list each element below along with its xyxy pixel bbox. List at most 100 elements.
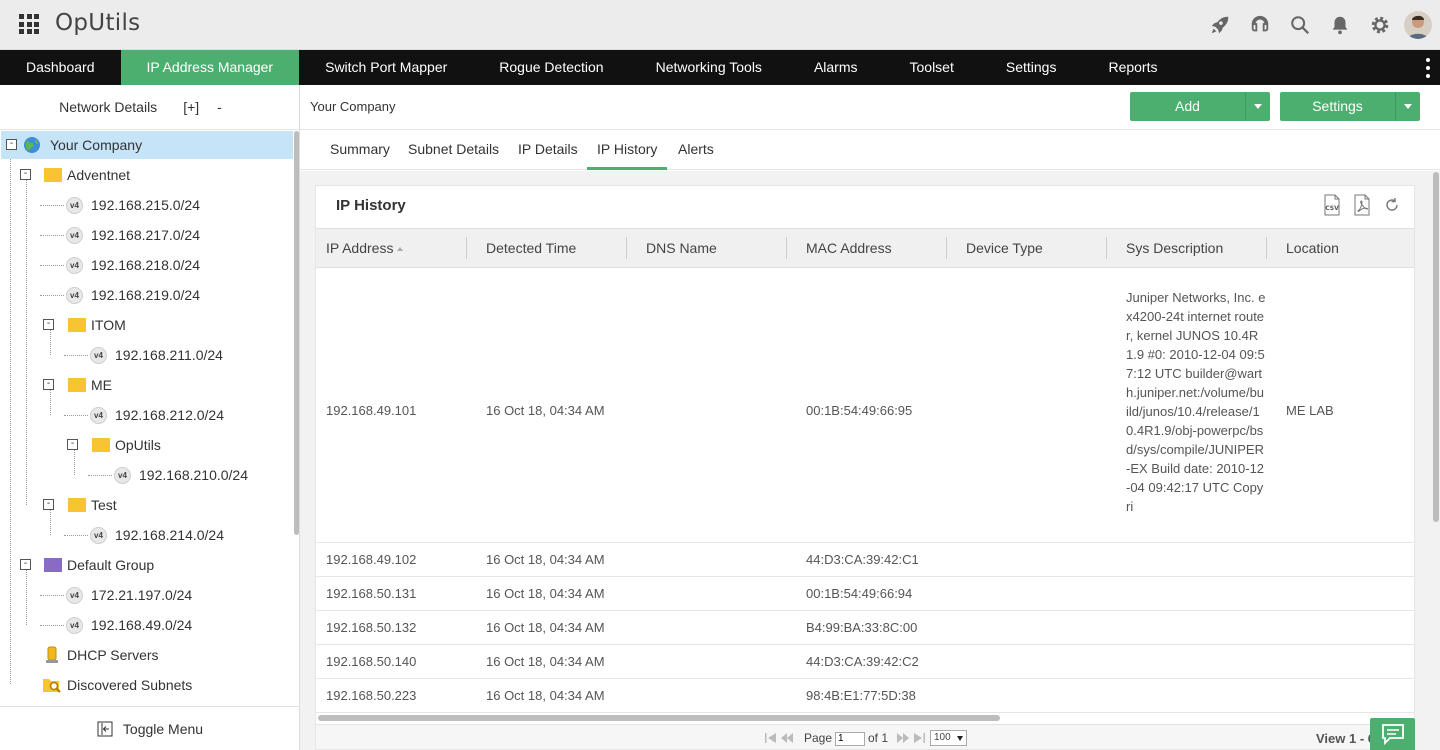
column-header-mac-address[interactable]: MAC Address (796, 229, 892, 267)
expand-all-button[interactable]: [+] (183, 99, 199, 115)
nav-switch-port-mapper[interactable]: Switch Port Mapper (299, 50, 473, 85)
cell-time: 16 Oct 18, 04:34 AM (486, 620, 605, 635)
table-row[interactable]: 192.168.50.223 16 Oct 18, 04:34 AM 98:4B… (316, 679, 1414, 713)
collapse-toggle[interactable]: - (6, 139, 17, 150)
collapse-toggle[interactable]: - (43, 319, 54, 330)
tree-node-subnet[interactable]: v4 192.168.211.0/24 (90, 341, 223, 369)
toggle-menu-button[interactable]: Toggle Menu (0, 706, 300, 750)
nav-alarms[interactable]: Alarms (788, 50, 884, 85)
collapse-toggle[interactable]: - (43, 379, 54, 390)
tab-summary[interactable]: Summary (320, 130, 400, 170)
folder-icon (44, 168, 62, 182)
nav-toolset[interactable]: Toolset (884, 50, 980, 85)
tree-node-subnet[interactable]: v4 192.168.217.0/24 (66, 221, 200, 249)
app-grid-icon[interactable] (19, 14, 39, 34)
settings-button[interactable]: Settings (1280, 92, 1395, 121)
headset-icon[interactable] (1240, 8, 1280, 42)
table-row[interactable]: 192.168.50.132 16 Oct 18, 04:34 AM B4:99… (316, 611, 1414, 645)
detail-tabs: Summary Subnet Details IP Details IP His… (300, 130, 1440, 170)
cell-mac: 00:1B:54:49:66:95 (806, 403, 913, 418)
sidebar-header: Network Details [+] - (0, 85, 299, 130)
tree-node-subnet[interactable]: v4 172.21.197.0/24 (66, 581, 192, 609)
tree-node-subnet[interactable]: v4 192.168.214.0/24 (90, 521, 224, 549)
prev-page-icon[interactable] (780, 732, 794, 744)
nav-reports[interactable]: Reports (1082, 50, 1183, 85)
tree-node-subnet[interactable]: v4 192.168.212.0/24 (90, 401, 224, 429)
column-header-detected-time[interactable]: Detected Time (476, 229, 576, 267)
refresh-icon[interactable] (1382, 194, 1402, 216)
tab-subnet-details[interactable]: Subnet Details (398, 130, 509, 170)
gear-icon[interactable] (1360, 8, 1400, 42)
nav-rogue-detection[interactable]: Rogue Detection (473, 50, 629, 85)
page-number-input[interactable] (835, 731, 866, 746)
tree-node-subnet[interactable]: v4 192.168.218.0/24 (66, 251, 200, 279)
sidebar-scrollbar[interactable] (294, 131, 299, 535)
table-row[interactable]: 192.168.50.131 16 Oct 18, 04:34 AM 00:1B… (316, 577, 1414, 611)
tree-node-oputils[interactable]: - OpUtils (0, 431, 290, 459)
ipv4-badge-icon: v4 (66, 196, 83, 214)
collapse-toggle[interactable]: - (67, 439, 78, 450)
tree-node-subnet[interactable]: v4 192.168.49.0/24 (66, 611, 192, 639)
folder-icon (44, 558, 62, 572)
toggle-menu-label: Toggle Menu (122, 720, 204, 737)
nav-networking-tools[interactable]: Networking Tools (630, 50, 788, 85)
tab-alerts[interactable]: Alerts (668, 130, 724, 170)
column-header-device-type[interactable]: Device Type (956, 229, 1043, 267)
tree-node-me[interactable]: - ME (0, 371, 290, 399)
tree-node-itom[interactable]: - ITOM (0, 311, 290, 339)
column-header-dns-name[interactable]: DNS Name (636, 229, 717, 267)
main-vertical-scrollbar[interactable] (1433, 172, 1439, 522)
add-split-button[interactable]: Add (1130, 92, 1270, 121)
page-size-select[interactable]: 100 (930, 730, 967, 746)
tree-node-subnet[interactable]: v4 192.168.215.0/24 (66, 191, 200, 219)
tree-node-subnet[interactable]: v4 192.168.219.0/24 (66, 281, 200, 309)
folder-icon (68, 498, 86, 512)
tree-node-dhcp-servers[interactable]: DHCP Servers (0, 641, 290, 669)
tree-node-discovered-subnets[interactable]: Discovered Subnets (0, 671, 290, 699)
table-row[interactable]: 192.168.49.102 16 Oct 18, 04:34 AM 44:D3… (316, 543, 1414, 577)
next-page-icon[interactable] (896, 732, 910, 744)
tree-node-your-company[interactable]: - Your Company (1, 131, 293, 159)
collapse-toggle[interactable]: - (20, 559, 31, 570)
cell-time: 16 Oct 18, 04:34 AM (486, 403, 605, 418)
export-csv-icon[interactable]: CSV (1322, 194, 1342, 216)
tab-ip-history[interactable]: IP History (587, 130, 668, 170)
cell-mac: 98:4B:E1:77:5D:38 (806, 688, 916, 703)
search-icon[interactable] (1280, 8, 1320, 42)
settings-dropdown-chevron-icon[interactable] (1395, 92, 1420, 121)
add-button[interactable]: Add (1130, 92, 1245, 121)
nav-settings[interactable]: Settings (980, 50, 1083, 85)
first-page-icon[interactable] (764, 732, 778, 744)
table-row[interactable]: 192.168.49.101 16 Oct 18, 04:34 AM 00:1B… (316, 268, 1414, 543)
table-row[interactable]: 192.168.50.140 16 Oct 18, 04:34 AM 44:D3… (316, 645, 1414, 679)
tree-node-adventnet[interactable]: - Adventnet (0, 161, 290, 189)
tree-node-subnet[interactable]: v4 192.168.210.0/24 (114, 461, 248, 489)
bell-icon[interactable] (1320, 8, 1360, 42)
chat-button[interactable] (1370, 718, 1415, 750)
column-header-location[interactable]: Location (1276, 229, 1339, 267)
cell-ip: 192.168.50.132 (326, 620, 417, 635)
collapse-toggle[interactable]: - (20, 169, 31, 180)
nav-ip-address-manager[interactable]: IP Address Manager (120, 50, 300, 85)
collapse-all-button[interactable]: - (217, 99, 222, 115)
tree-node-default-group[interactable]: - Default Group (0, 551, 290, 579)
nav-dashboard[interactable]: Dashboard (0, 50, 121, 85)
tree-node-test[interactable]: - Test (0, 491, 290, 519)
collapse-toggle[interactable]: - (43, 499, 54, 510)
export-pdf-icon[interactable] (1352, 194, 1372, 216)
column-header-sys-description[interactable]: Sys Description (1116, 229, 1223, 267)
user-avatar[interactable] (1404, 11, 1432, 39)
settings-split-button[interactable]: Settings (1280, 92, 1420, 121)
tree-node-label: ITOM (91, 317, 126, 333)
horizontal-scrollbar[interactable] (318, 715, 1000, 721)
last-page-icon[interactable] (912, 732, 926, 744)
tab-ip-details[interactable]: IP Details (508, 130, 588, 170)
page-title: Your Company (310, 99, 396, 114)
more-menu-icon[interactable] (1424, 58, 1432, 78)
cell-time: 16 Oct 18, 04:34 AM (486, 654, 605, 669)
add-dropdown-chevron-icon[interactable] (1245, 92, 1270, 121)
column-header-ip-address[interactable]: IP Address (316, 229, 404, 267)
cell-ip: 192.168.49.101 (326, 403, 417, 418)
rocket-icon[interactable] (1200, 8, 1240, 42)
tree-node-label: Default Group (67, 557, 155, 573)
